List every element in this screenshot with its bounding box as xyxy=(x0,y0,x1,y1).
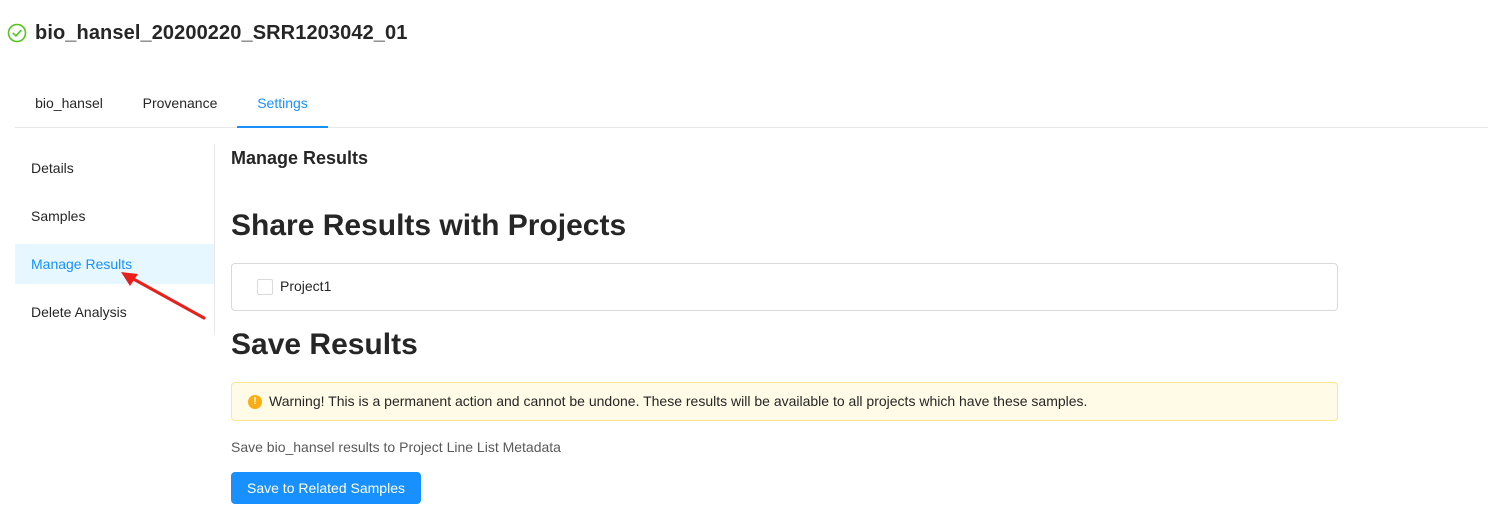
page-title: bio_hansel_20200220_SRR1203042_01 xyxy=(35,21,408,44)
project1-label[interactable]: Project1 xyxy=(280,278,331,294)
tab-bar: bio_hansel Provenance Settings xyxy=(15,80,1488,128)
save-results-heading: Save Results xyxy=(231,328,418,361)
share-results-heading: Share Results with Projects xyxy=(231,209,627,242)
page-header: bio_hansel_20200220_SRR1203042_01 xyxy=(7,20,407,46)
exclamation-circle-icon: ! xyxy=(248,395,262,409)
sidebar-item-manage-results[interactable]: Manage Results xyxy=(15,244,214,284)
settings-sidebar: Details Samples Manage Results Delete An… xyxy=(15,144,215,335)
project1-checkbox[interactable] xyxy=(257,279,273,295)
sidebar-item-delete-analysis[interactable]: Delete Analysis xyxy=(15,292,214,332)
sidebar-item-details[interactable]: Details xyxy=(15,148,214,188)
warning-text: Warning! This is a permanent action and … xyxy=(269,393,1088,409)
tab-settings[interactable]: Settings xyxy=(237,80,328,128)
save-description: Save bio_hansel results to Project Line … xyxy=(231,439,561,455)
tab-bio-hansel[interactable]: bio_hansel xyxy=(15,80,123,126)
tab-provenance[interactable]: Provenance xyxy=(123,80,237,126)
warning-alert: ! Warning! This is a permanent action an… xyxy=(231,382,1338,421)
project-list: Project1 xyxy=(231,263,1338,311)
save-to-related-samples-button[interactable]: Save to Related Samples xyxy=(231,472,421,504)
check-circle-icon xyxy=(7,23,27,43)
section-title: Manage Results xyxy=(231,148,369,168)
sidebar-item-samples[interactable]: Samples xyxy=(15,196,214,236)
